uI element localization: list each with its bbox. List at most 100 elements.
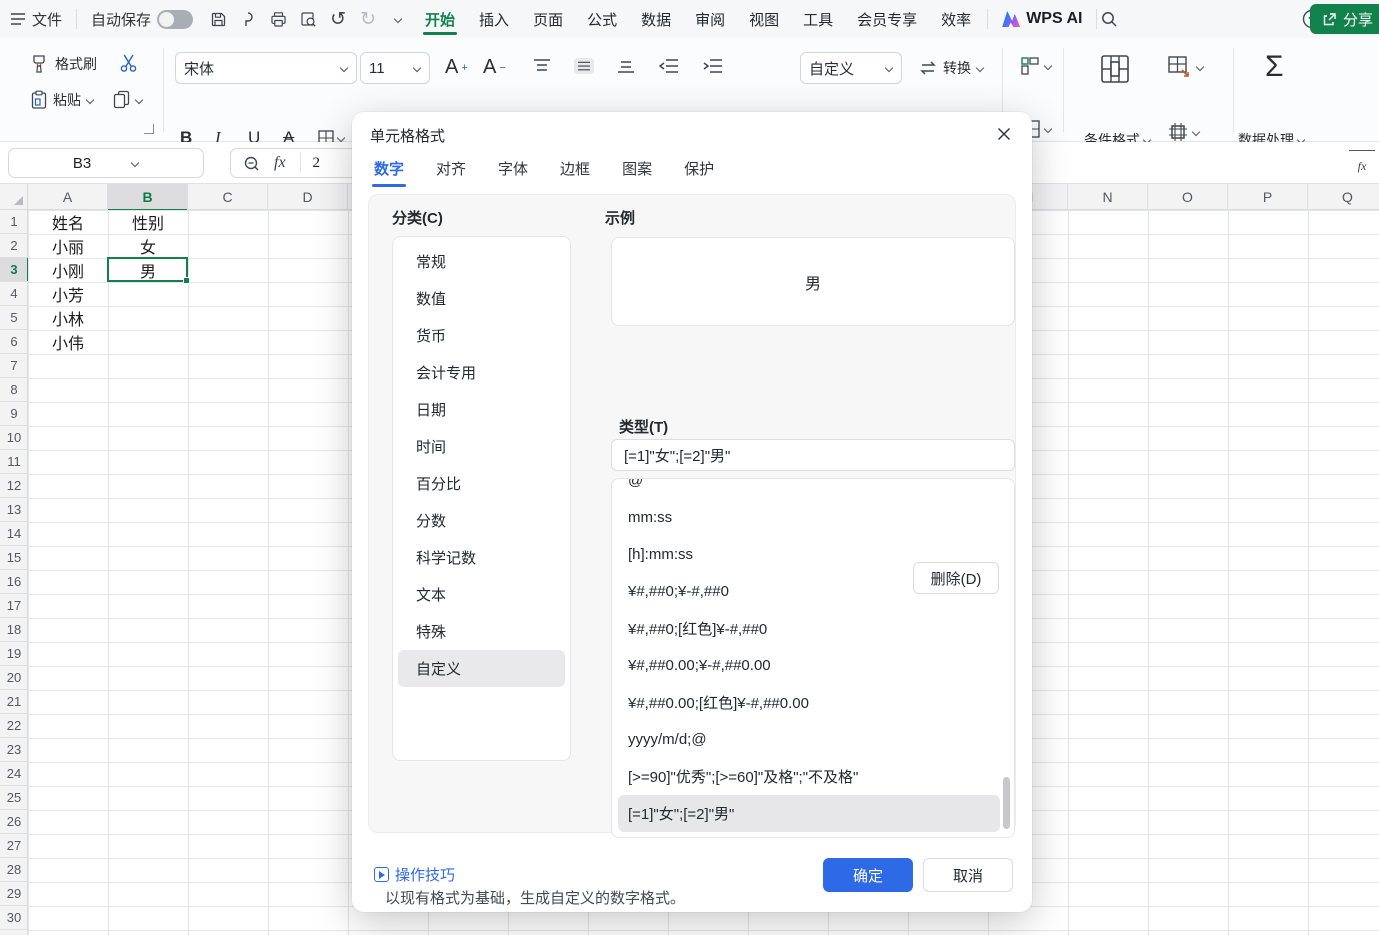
row-header-21[interactable]: 21 [0, 690, 28, 714]
search-button[interactable] [1094, 4, 1124, 34]
row-header-7[interactable]: 7 [0, 354, 28, 378]
formula-bar-expand-button[interactable]: fx [1349, 150, 1375, 174]
decrease-indent-icon[interactable] [658, 58, 680, 74]
search-formula-icon[interactable] [243, 155, 260, 172]
row-header-6[interactable]: 6 [0, 330, 28, 354]
menu-tab[interactable]: 工具 [791, 0, 845, 38]
category-item[interactable]: 文本 [398, 576, 565, 613]
row-header-23[interactable]: 23 [0, 738, 28, 762]
row-header-4[interactable]: 4 [0, 282, 28, 306]
format-option[interactable]: ¥#,##0.00;[红色]¥-#,##0.00 [618, 684, 1000, 721]
category-item[interactable]: 日期 [398, 391, 565, 428]
column-header-A[interactable]: A [28, 184, 108, 210]
menu-tab[interactable]: 页面 [521, 0, 575, 38]
cell-B1[interactable]: 性别 [108, 210, 188, 234]
menu-tab[interactable]: 开始 [413, 0, 467, 38]
undo-button[interactable]: ↺ [323, 4, 353, 34]
file-menu[interactable]: 文件 [0, 0, 72, 38]
autosave-control[interactable]: 自动保存 [81, 0, 203, 38]
row-header-13[interactable]: 13 [0, 498, 28, 522]
decrease-font-button[interactable]: A− [483, 56, 506, 79]
row-header-28[interactable]: 28 [0, 858, 28, 882]
category-item[interactable]: 货币 [398, 317, 565, 354]
number-format-select[interactable]: 自定义 [800, 52, 902, 84]
ok-button[interactable]: 确定 [823, 858, 913, 892]
category-item[interactable]: 分数 [398, 502, 565, 539]
menu-tab[interactable]: 审阅 [683, 0, 737, 38]
row-header-16[interactable]: 16 [0, 570, 28, 594]
sum-icon[interactable]: Σ [1265, 50, 1284, 84]
column-header-O[interactable]: O [1148, 184, 1228, 210]
category-item[interactable]: 会计专用 [398, 354, 565, 391]
active-cell-selection[interactable] [107, 257, 188, 282]
row-header-17[interactable]: 17 [0, 594, 28, 618]
clipboard-group-expand-icon[interactable] [144, 124, 154, 134]
row-header-26[interactable]: 26 [0, 810, 28, 834]
format-option[interactable]: [=1]"女";[=2]"男" [618, 795, 1000, 832]
row-header-24[interactable]: 24 [0, 762, 28, 786]
column-header-D[interactable]: D [268, 184, 348, 210]
tips-link[interactable]: 操作技巧 [374, 864, 455, 885]
cancel-button[interactable]: 取消 [923, 858, 1013, 892]
select-all-corner[interactable] [0, 184, 28, 210]
paste-button[interactable]: 粘贴 [30, 90, 94, 110]
share-button[interactable]: 分享 [1310, 4, 1379, 34]
row-header-20[interactable]: 20 [0, 666, 28, 690]
menu-tab[interactable]: 会员专享 [845, 0, 929, 38]
row-header-5[interactable]: 5 [0, 306, 28, 330]
row-header-9[interactable]: 9 [0, 402, 28, 426]
row-header-29[interactable]: 29 [0, 882, 28, 906]
dialog-tab[interactable]: 图案 [620, 154, 654, 191]
row-col-insert-button[interactable] [1020, 56, 1052, 76]
cell-A5[interactable]: 小林 [28, 306, 108, 330]
menu-tab[interactable]: 公式 [575, 0, 629, 38]
increase-font-button[interactable]: A+ [445, 56, 468, 79]
cell-A4[interactable]: 小芳 [28, 282, 108, 306]
column-header-Q[interactable]: Q [1308, 184, 1379, 210]
undo-redo-dropdown[interactable] [383, 4, 413, 34]
name-box[interactable]: B3 [8, 148, 204, 178]
menu-tab[interactable]: 效率 [929, 0, 983, 38]
formula-bar-value[interactable]: 2 [300, 153, 321, 173]
format-options-list[interactable]: @mm:ss[h]:mm:ss¥#,##0;¥-#,##0¥#,##0;[红色]… [611, 478, 1015, 838]
autosave-toggle[interactable] [157, 10, 193, 29]
cell-A2[interactable]: 小丽 [28, 234, 108, 258]
redo-button[interactable]: ↻ [353, 4, 383, 34]
row-header-11[interactable]: 11 [0, 450, 28, 474]
save-button[interactable] [203, 4, 233, 34]
category-item[interactable]: 数值 [398, 280, 565, 317]
format-option[interactable]: [>=90]"优秀";[>=60]"及格";"不及格" [618, 758, 1000, 795]
cell-A6[interactable]: 小伟 [28, 330, 108, 354]
scrollbar-thumb[interactable] [1003, 777, 1010, 829]
insert-function-button[interactable]: fx [274, 154, 286, 172]
type-input[interactable]: [=1]"女";[=2]"男" [611, 439, 1015, 471]
dialog-tab[interactable]: 字体 [496, 154, 530, 191]
cell-B2[interactable]: 女 [108, 234, 188, 258]
row-header-18[interactable]: 18 [0, 618, 28, 642]
category-item[interactable]: 特殊 [398, 613, 565, 650]
export-pdf-button[interactable] [233, 4, 263, 34]
menu-tab[interactable]: 插入 [467, 0, 521, 38]
align-top-icon[interactable] [532, 58, 552, 74]
format-option[interactable]: yyyy/m/d;@ [618, 721, 1000, 758]
row-header-22[interactable]: 22 [0, 714, 28, 738]
row-header-10[interactable]: 10 [0, 426, 28, 450]
column-header-C[interactable]: C [188, 184, 268, 210]
row-header-19[interactable]: 19 [0, 642, 28, 666]
row-header-2[interactable]: 2 [0, 234, 28, 258]
format-painter-button[interactable]: 格式刷 [30, 54, 97, 74]
copy-button[interactable] [112, 90, 143, 110]
row-header-27[interactable]: 27 [0, 834, 28, 858]
category-item[interactable]: 百分比 [398, 465, 565, 502]
dialog-tab[interactable]: 对齐 [434, 154, 468, 191]
format-option[interactable]: ¥#,##0;[红色]¥-#,##0 [618, 610, 1000, 647]
column-header-B[interactable]: B [108, 184, 188, 210]
menu-tab[interactable]: 数据 [629, 0, 683, 38]
print-preview-button[interactable] [293, 4, 323, 34]
cell-A3[interactable]: 小刚 [28, 258, 108, 282]
row-header-12[interactable]: 12 [0, 474, 28, 498]
row-header-25[interactable]: 25 [0, 786, 28, 810]
menu-tab[interactable]: 视图 [737, 0, 791, 38]
row-header-14[interactable]: 14 [0, 522, 28, 546]
row-header-30[interactable]: 30 [0, 906, 28, 930]
